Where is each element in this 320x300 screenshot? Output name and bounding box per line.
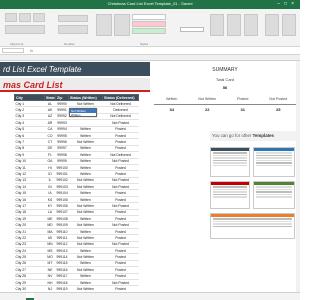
group-label-number: Number [64,42,75,46]
title-bar: Christmas Card List Excel Template_01 - … [0,0,300,9]
template-thumbnail[interactable] [253,147,295,177]
style-good[interactable] [132,28,166,34]
total-card-value: 56 [222,85,228,90]
not-posted-value: 25 [276,107,281,112]
total-card-label: Total Card [215,77,235,82]
group-label-styles: Styles [140,42,149,46]
card-list-table: City State Zip Status (Written) Status (… [14,94,139,292]
summary-values: 34 22 31 25 [154,107,296,112]
close-icon[interactable]: × [291,1,298,7]
posted-value: 31 [240,107,245,112]
vertical-scrollbar[interactable] [296,61,300,292]
template-thumbnail[interactable] [210,181,250,209]
card-list-title: mas Card List [3,80,63,90]
not-posted-label: Not Posted [269,97,288,101]
table-body: City 1 AL 99990 Not Written Not Delivered Cit… [14,100,139,292]
posted-label: Posted [237,97,249,101]
window-controls[interactable]: –□× [277,1,298,7]
template-banner: rd List Excel Template [0,62,150,76]
written-value: 34 [169,107,174,112]
not-written-value: 22 [205,107,210,112]
style-bad[interactable] [132,21,166,27]
format-cells-button[interactable] [244,14,258,36]
wrap-text-button[interactable] [5,25,45,34]
summary-panel: SUMMARY Total Card 56 Written Not Writte… [150,61,300,292]
template-thumbnail[interactable] [253,181,295,209]
summary-labels: Written Not Written Posted Not Posted [154,97,296,101]
template-thumbnail[interactable] [210,213,295,239]
card-list-banner: mas Card List [0,78,150,92]
insert-cells-button[interactable] [210,14,224,36]
written-label: Written [166,97,178,101]
promo-banner[interactable]: You can go for other Templates [210,131,298,141]
style-normal[interactable] [132,14,166,20]
alignment-top-icon[interactable] [5,13,17,22]
ribbon: Alignment Number Styles [0,9,300,47]
dropdown-option[interactable]: Written [70,113,96,117]
alignment-middle-icon[interactable] [19,13,31,22]
formula-bar: fx [0,47,300,55]
number-format-select[interactable] [58,15,88,22]
number-format-buttons[interactable] [58,25,88,34]
fx-icon[interactable]: fx [30,48,33,53]
promo-link[interactable]: Templates [253,133,274,138]
promo-text: You can go for other [212,133,253,138]
template-thumbnail[interactable] [210,147,250,177]
card-list-panel: rd List Excel Template mas Card List Cit… [0,61,150,292]
summary-divider [154,104,296,105]
delete-cells-button[interactable] [227,14,241,36]
name-box[interactable] [2,48,24,53]
style-input[interactable] [180,27,204,32]
sort-filter-button[interactable] [265,14,279,36]
format-as-table-button[interactable] [114,14,130,36]
window-title: Christmas Card List Excel Template_01 - … [107,1,193,6]
sheet-tab-bar [0,292,300,300]
status-dropdown-list[interactable]: Not Written Written [69,108,97,118]
summary-title: SUMMARY [212,67,238,73]
group-label-alignment: Alignment [10,42,24,46]
conditional-formatting-button[interactable] [96,14,112,36]
find-select-button[interactable] [282,14,296,36]
sheet-tab-active[interactable] [26,293,34,300]
not-written-label: Not Written [198,97,217,101]
template-banner-text: rd List Excel Template [3,65,82,74]
alignment-bottom-icon[interactable] [33,13,45,22]
